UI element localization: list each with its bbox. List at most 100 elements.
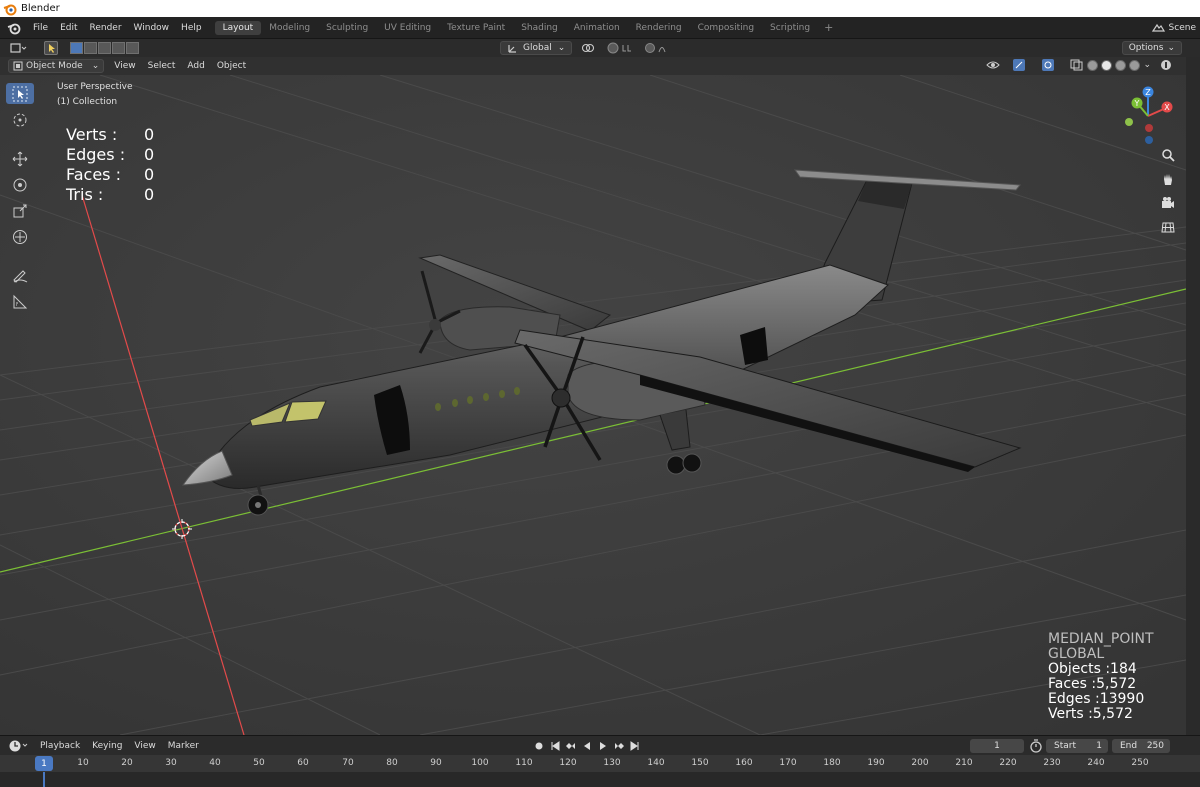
rendered-shading-button[interactable] — [1129, 59, 1141, 71]
orientation-icon — [508, 45, 516, 53]
snap-toggle[interactable] — [604, 41, 640, 55]
tab-scripting[interactable]: Scripting — [762, 21, 818, 35]
perspective-toggle-button[interactable] — [1157, 217, 1179, 237]
menu-playback[interactable]: Playback — [34, 741, 86, 751]
rotate-tool[interactable] — [6, 174, 34, 195]
pan-button[interactable] — [1157, 169, 1179, 189]
select-tool-button[interactable] — [44, 41, 58, 55]
prev-keyframe-button[interactable] — [564, 739, 578, 753]
playhead-line — [43, 772, 45, 787]
editor-type-dropdown[interactable] — [8, 41, 30, 55]
visibility-icon[interactable] — [985, 59, 1009, 71]
wireframe-shading-button[interactable] — [1087, 59, 1099, 71]
sidebar-toggle-icon[interactable] — [1160, 59, 1180, 71]
stat-value: 0 — [144, 165, 155, 184]
solid-shading-button[interactable] — [1101, 59, 1113, 71]
ruler-tick: 50 — [253, 758, 265, 768]
menu-window[interactable]: Window — [129, 23, 177, 33]
play-button[interactable] — [596, 739, 610, 753]
menu-timeline-view[interactable]: View — [128, 741, 161, 751]
tool-header: Global ⌄ Options ⌄ — [0, 39, 1200, 57]
timeline-ruler[interactable]: 1 10 20 30 40 50 60 70 80 90 100 110 120… — [0, 755, 1200, 772]
zoom-button[interactable] — [1157, 145, 1179, 165]
overlay-toggle-icon[interactable] — [1041, 59, 1067, 71]
add-workspace-button[interactable]: + — [818, 21, 839, 34]
transform-tool[interactable] — [6, 226, 34, 247]
selection-stats: Verts : 0 Edges : 0 Faces : 0 Tris : 0 — [66, 125, 154, 205]
stat-row: Verts : 0 — [66, 125, 154, 145]
gizmo-toggle-icon[interactable] — [1012, 59, 1038, 71]
scene-selector[interactable]: Scene — [1151, 22, 1200, 34]
tab-uv-editing[interactable]: UV Editing — [376, 21, 439, 35]
timeline-track-area[interactable] — [0, 772, 1200, 787]
blender-menu-icon[interactable] — [6, 20, 22, 36]
jump-end-button[interactable] — [628, 739, 642, 753]
menu-add[interactable]: Add — [181, 61, 210, 71]
measure-tool[interactable] — [6, 291, 34, 312]
menu-marker[interactable]: Marker — [162, 741, 205, 751]
options-dropdown[interactable]: Options ⌄ — [1121, 41, 1182, 55]
proportional-icon — [645, 43, 666, 53]
select-invert-button[interactable] — [112, 42, 125, 54]
pivot-point-dropdown[interactable] — [576, 41, 600, 55]
tab-layout[interactable]: Layout — [214, 20, 262, 35]
neg-x-axis-handle[interactable] — [1145, 124, 1153, 132]
menu-view[interactable]: View — [108, 61, 141, 71]
tab-modeling[interactable]: Modeling — [261, 21, 318, 35]
object-mode-dropdown[interactable]: Object Mode ⌄ — [8, 59, 105, 73]
select-extend-button[interactable] — [84, 42, 97, 54]
menu-keying[interactable]: Keying — [86, 741, 128, 751]
menu-edit[interactable]: Edit — [55, 23, 84, 33]
end-frame-field[interactable]: End 250 — [1112, 739, 1170, 753]
navigation-gizmo[interactable]: Z X Y — [1118, 80, 1184, 150]
viewport-header: Object Mode ⌄ View Select Add Object ⌄ — [0, 57, 1200, 75]
tab-animation[interactable]: Animation — [566, 21, 628, 35]
stopwatch-icon[interactable] — [1029, 739, 1043, 753]
current-frame-field[interactable]: 1 — [970, 739, 1024, 753]
select-box-tool[interactable] — [6, 83, 34, 104]
tab-rendering[interactable]: Rendering — [628, 21, 690, 35]
camera-view-button[interactable] — [1157, 193, 1179, 213]
transform-settings: Global ⌄ — [500, 41, 674, 55]
neg-z-axis-handle[interactable] — [1145, 136, 1153, 144]
annotate-tool[interactable] — [6, 265, 34, 286]
transform-icon — [13, 229, 27, 244]
material-shading-button[interactable] — [1115, 59, 1127, 71]
menu-select[interactable]: Select — [142, 61, 182, 71]
tab-texture-paint[interactable]: Texture Paint — [439, 21, 513, 35]
chevron-down-icon: ⌄ — [91, 61, 100, 71]
move-tool[interactable] — [6, 148, 34, 169]
tab-compositing[interactable]: Compositing — [690, 21, 762, 35]
select-intersect-button[interactable] — [126, 42, 139, 54]
timeline-editor-icon[interactable] — [8, 739, 30, 753]
stat-label: Edges : — [66, 145, 126, 164]
current-frame-marker[interactable]: 1 — [35, 756, 53, 771]
chevron-down-icon[interactable]: ⌄ — [1143, 60, 1151, 70]
select-new-button[interactable] — [70, 42, 83, 54]
tab-sculpting[interactable]: Sculpting — [318, 21, 376, 35]
menu-object[interactable]: Object — [211, 61, 252, 71]
play-reverse-button[interactable] — [580, 739, 594, 753]
xray-toggle-icon[interactable] — [1070, 59, 1084, 71]
record-button[interactable] — [532, 739, 546, 753]
neg-y-axis-handle[interactable] — [1125, 118, 1133, 126]
collection-label: (1) Collection — [57, 97, 118, 107]
start-frame-field[interactable]: Start 1 — [1046, 739, 1108, 753]
jump-start-button[interactable] — [548, 739, 562, 753]
3d-viewport[interactable]: User Perspective (1) Collection Verts : 0… — [0, 75, 1186, 735]
menu-help[interactable]: Help — [176, 23, 209, 33]
menu-render[interactable]: Render — [85, 23, 129, 33]
cursor-tool[interactable] — [6, 109, 34, 130]
rotate-icon — [13, 178, 27, 191]
scale-tool[interactable] — [6, 200, 34, 221]
next-keyframe-button[interactable] — [612, 739, 626, 753]
tab-shading[interactable]: Shading — [513, 21, 566, 35]
scene-label: Scene — [1168, 22, 1196, 33]
ruler-tick: 190 — [867, 758, 885, 768]
sidebar-edge[interactable] — [1186, 57, 1200, 735]
transform-orientation-dropdown[interactable]: Global ⌄ — [500, 41, 573, 55]
proportional-editing-toggle[interactable] — [644, 41, 674, 55]
ruler-tick: 170 — [779, 758, 797, 768]
select-subtract-button[interactable] — [98, 42, 111, 54]
menu-file[interactable]: File — [28, 23, 55, 33]
